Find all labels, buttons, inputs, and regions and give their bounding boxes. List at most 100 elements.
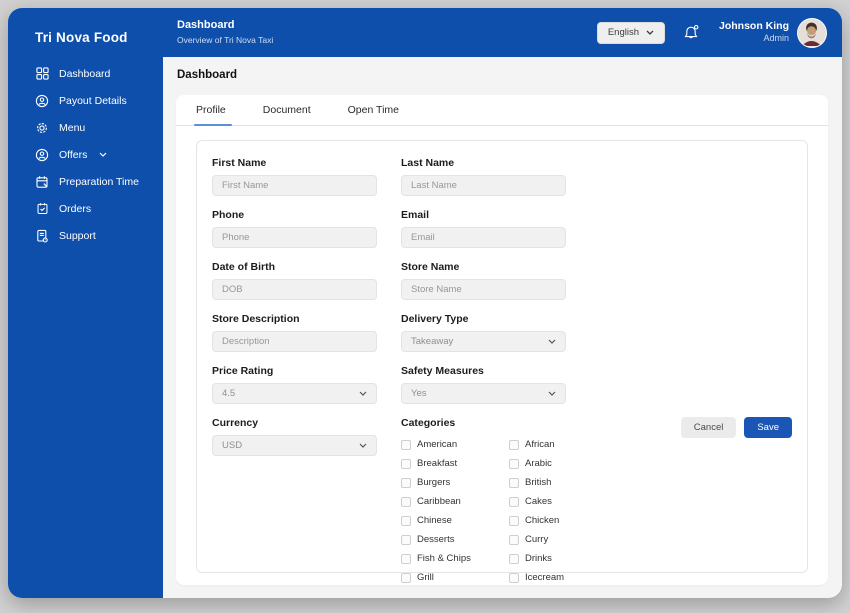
checkbox-icon [509, 496, 519, 507]
user-circle-icon [35, 148, 49, 162]
field-label: First Name [212, 157, 267, 169]
sidebar-item-label: Dashboard [59, 67, 111, 80]
email-input[interactable] [401, 227, 566, 248]
category-label: Desserts [417, 534, 455, 545]
header-titles: Dashboard Overview of Tri Nova Taxi [177, 19, 273, 45]
field-last-name: Last Name [401, 157, 566, 196]
sidebar-item-label: Preparation Time [59, 175, 139, 188]
user-role: Admin [763, 33, 789, 44]
tab-open-time[interactable]: Open Time [348, 95, 399, 125]
category-checkbox-grill[interactable]: Grill [401, 568, 509, 587]
category-label: Arabic [525, 458, 552, 469]
select-value: USD [222, 440, 243, 451]
field-first-name: First Name [212, 157, 377, 196]
category-checkbox-fish-chips[interactable]: Fish & Chips [401, 549, 509, 568]
avatar[interactable] [797, 17, 827, 48]
category-checkbox-arabic[interactable]: Arabic [509, 454, 629, 473]
field-label: Currency [212, 417, 259, 429]
category-label: Curry [525, 534, 549, 545]
sidebar-item-label: Offers [59, 148, 88, 161]
category-checkbox-drinks[interactable]: Drinks [509, 549, 629, 568]
tab-document[interactable]: Document [263, 95, 311, 125]
sidebar-item-menu[interactable]: Menu [8, 114, 163, 141]
header-subtitle: Overview of Tri Nova Taxi [177, 35, 274, 46]
user-name: Johnson King [719, 19, 789, 32]
sidebar-item-payout-details[interactable]: Payout Details [8, 87, 163, 114]
calendar-check-icon [35, 202, 49, 216]
sidebar-item-preparation-time[interactable]: Preparation Time [8, 168, 163, 195]
field-label: Email [401, 209, 430, 221]
store-description-input[interactable] [212, 331, 377, 352]
field-label: Store Name [401, 261, 460, 273]
checkbox-icon [401, 572, 411, 583]
chevron-down-icon [646, 30, 654, 35]
currency-select[interactable]: USD [212, 435, 377, 456]
header-right: English Johnson King Admin [596, 17, 827, 48]
cancel-button[interactable]: Cancel [680, 417, 737, 438]
save-button[interactable]: Save [744, 417, 792, 438]
last-name-input[interactable] [401, 175, 566, 196]
app-window: Tri Nova Food Dashboard Payout Details M… [8, 8, 842, 598]
checkbox-icon [401, 496, 411, 507]
calendar-edit-icon [35, 175, 49, 189]
category-checkbox-african[interactable]: African [509, 435, 629, 454]
field-label: Categories [401, 417, 456, 429]
field-label: Safety Measures [401, 365, 484, 377]
sidebar-item-label: Orders [59, 202, 92, 215]
category-checkbox-caribbean[interactable]: Caribbean [401, 492, 509, 511]
delivery-type-select[interactable]: Takeaway [401, 331, 566, 352]
category-checkbox-chicken[interactable]: Chicken [509, 511, 629, 530]
language-select[interactable]: English [596, 21, 665, 44]
phone-input[interactable] [212, 227, 377, 248]
category-checkbox-cakes[interactable]: Cakes [509, 492, 629, 511]
chevron-down-icon [548, 391, 556, 396]
checkbox-icon [509, 534, 519, 545]
checkbox-icon [401, 534, 411, 545]
form-buttons: Cancel Save [680, 417, 792, 438]
chevron-down-icon [548, 339, 556, 344]
dashboard-grid-icon [35, 67, 49, 81]
sidebar-item-offers[interactable]: Offers [8, 141, 163, 168]
category-checkbox-icecream[interactable]: Icecream [509, 568, 629, 587]
checkbox-icon [401, 553, 411, 564]
checkbox-icon [509, 458, 519, 469]
field-safety-measures: Safety Measures Yes [401, 365, 566, 404]
checkbox-icon [509, 515, 519, 526]
category-checkbox-burgers[interactable]: Burgers [401, 473, 509, 492]
safety-measures-select[interactable]: Yes [401, 383, 566, 404]
category-label: Chicken [525, 515, 560, 526]
checkbox-icon [509, 572, 519, 583]
first-name-input[interactable] [212, 175, 377, 196]
checkbox-icon [509, 477, 519, 488]
language-value: English [607, 27, 639, 38]
category-label: Burgers [417, 477, 451, 488]
category-checkbox-desserts[interactable]: Desserts [401, 530, 509, 549]
field-store-name: Store Name [401, 261, 566, 300]
sidebar-item-label: Support [59, 229, 96, 242]
category-checkbox-british[interactable]: British [509, 473, 629, 492]
sidebar-item-orders[interactable]: Orders [8, 195, 163, 222]
field-categories: Categories American African Breakfast Ar… [401, 417, 631, 587]
category-label: Chinese [417, 515, 452, 526]
select-value: 4.5 [222, 388, 236, 399]
category-label: Drinks [525, 553, 552, 564]
categories-grid: American African Breakfast Arabic Burger… [401, 435, 631, 587]
category-checkbox-american[interactable]: American [401, 435, 509, 454]
category-label: Fish & Chips [417, 553, 471, 564]
field-phone: Phone [212, 209, 377, 248]
notification-bell-icon[interactable] [683, 24, 700, 42]
store-name-input[interactable] [401, 279, 566, 300]
tabbar: Profile Document Open Time [176, 95, 828, 126]
sidebar-item-support[interactable]: Support [8, 222, 163, 249]
top-header: Dashboard Overview of Tri Nova Taxi Engl… [163, 8, 842, 57]
dob-input[interactable] [212, 279, 377, 300]
category-label: Caribbean [417, 496, 461, 507]
price-rating-select[interactable]: 4.5 [212, 383, 377, 404]
sidebar-item-dashboard[interactable]: Dashboard [8, 60, 163, 87]
tab-profile[interactable]: Profile [194, 95, 232, 126]
sidebar: Tri Nova Food Dashboard Payout Details M… [8, 8, 163, 598]
user-circle-icon [35, 94, 49, 108]
category-checkbox-chinese[interactable]: Chinese [401, 511, 509, 530]
category-checkbox-curry[interactable]: Curry [509, 530, 629, 549]
category-checkbox-breakfast[interactable]: Breakfast [401, 454, 509, 473]
